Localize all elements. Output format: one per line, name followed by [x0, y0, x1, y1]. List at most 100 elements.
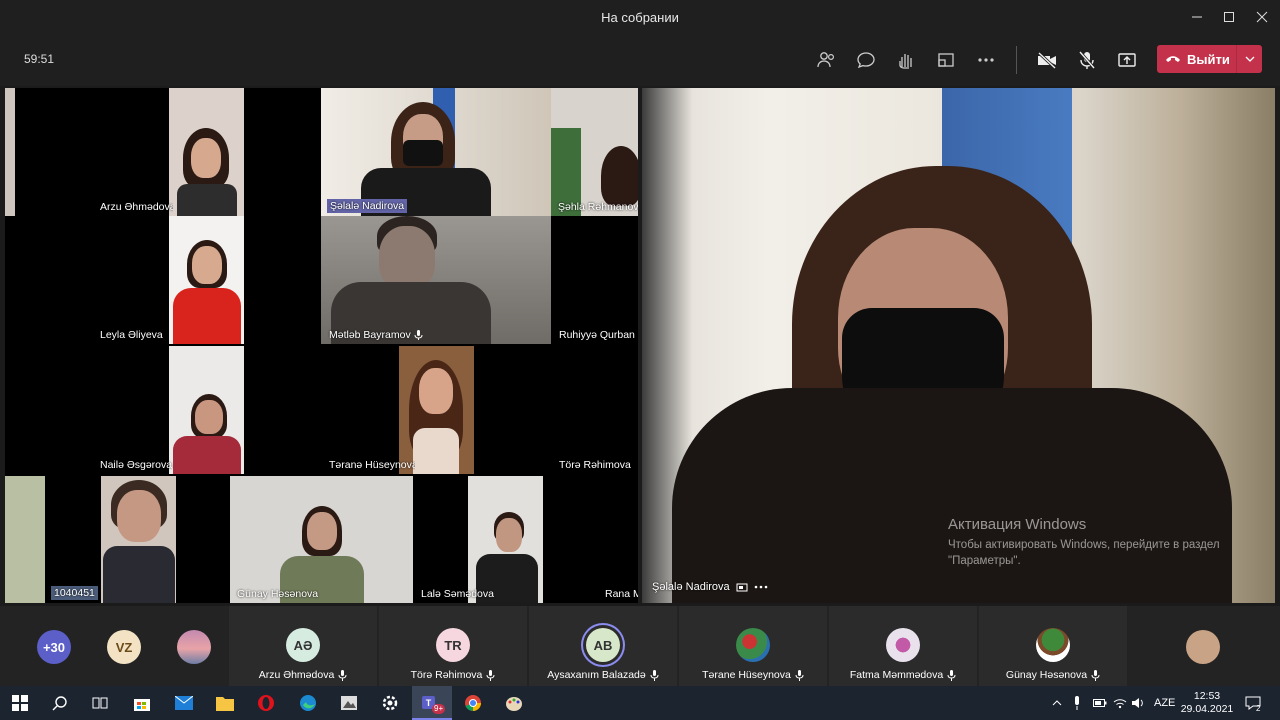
video-tile: Rana M [551, 476, 638, 603]
video-tile[interactable]: Şəlalə Nadirova [321, 88, 551, 216]
wifi-icon[interactable] [1113, 686, 1127, 720]
activation-title: Активация Windows [948, 516, 1087, 533]
paint-icon[interactable] [502, 691, 526, 715]
video-tile[interactable] [169, 346, 244, 474]
leave-options-chevron-icon[interactable] [1236, 45, 1262, 73]
mic-icon [1091, 669, 1100, 681]
activation-watermark: Активация Windows Чтобы активировать Win… [948, 516, 1220, 569]
toolbar-divider [1016, 46, 1017, 74]
tray-chevron-icon[interactable] [1052, 686, 1062, 720]
raise-hand-icon[interactable] [891, 46, 921, 74]
avatar: AB [586, 628, 620, 662]
more-options-icon[interactable] [971, 46, 1001, 74]
clock-time: 12:53 [1193, 690, 1221, 702]
more-icon[interactable] [754, 585, 768, 589]
video-tile[interactable] [169, 216, 244, 344]
video-tile[interactable]: Şəhla Rəhmanov [551, 88, 638, 216]
spotlight-name: Şəlalə Nadirova [652, 581, 768, 593]
participant-name: Şəhla Rəhmanov [558, 201, 638, 213]
participant-tile[interactable]: TR Törə Rəhimova [379, 606, 527, 686]
participant-name: Şəlalə Nadirova [327, 199, 408, 213]
participant-name: Törə Rəhimova [559, 459, 631, 471]
video-tile[interactable] [101, 476, 176, 603]
mic-icon [486, 669, 495, 681]
notifications-icon[interactable]: 2 [1245, 686, 1261, 720]
notification-count: 2 [1256, 703, 1261, 713]
share-screen-icon[interactable] [1112, 46, 1142, 74]
avatar[interactable]: VZ [107, 630, 141, 664]
participant-tile[interactable]: Tərane Hüseynova [679, 606, 827, 686]
pin-icon [736, 583, 748, 592]
title-bar: На собрании [0, 0, 1280, 34]
file-explorer-icon[interactable] [213, 691, 237, 715]
battery-icon[interactable] [1093, 686, 1107, 720]
participant-name: Aysaxanım Balazadə [529, 669, 677, 681]
video-tile[interactable]: Günay Həsənova [230, 476, 413, 603]
video-tile: Nailə Əsgərova [95, 346, 173, 474]
leave-button[interactable]: Выйти [1157, 45, 1262, 73]
avatar [1036, 628, 1070, 662]
search-icon[interactable] [48, 691, 72, 715]
participant-name: Nailə Əsgərova [100, 459, 173, 471]
mic-off-icon[interactable] [1072, 46, 1102, 74]
clock-date: 29.04.2021 [1180, 703, 1234, 715]
participant-strip: +30 VZ AƏ Arzu Əhmədova TR Törə Rəhimova… [0, 606, 1280, 686]
participant-name: Arzu Əhmədova [229, 669, 377, 681]
video-tile-edge [5, 88, 15, 216]
phone-hangup-icon [1166, 56, 1180, 62]
video-tile-edge [5, 476, 45, 603]
activation-line: Чтобы активировать Windows, перейдите в … [948, 539, 1220, 551]
video-tile: 1040451 [49, 476, 104, 603]
windows-start-icon[interactable] [8, 691, 32, 715]
rooms-icon[interactable] [931, 46, 961, 74]
microphone-tray-icon[interactable] [1073, 686, 1081, 720]
app-icon[interactable] [337, 691, 361, 715]
language-indicator[interactable]: AZE [1154, 686, 1175, 720]
activation-line: "Параметры". [948, 555, 1021, 567]
participant-name: Arzu Əhmədova [100, 201, 173, 213]
video-tile: Leyla Əliyeva [95, 216, 173, 344]
avatar[interactable] [1186, 630, 1220, 664]
chrome-icon[interactable] [461, 691, 485, 715]
mic-icon [650, 669, 659, 681]
store-icon[interactable] [130, 691, 154, 715]
avatar[interactable] [177, 630, 211, 664]
participant-name: Tərane Hüseynova [679, 669, 827, 681]
chat-icon[interactable] [851, 46, 881, 74]
participant-name: Mətləb Bayramov [329, 329, 423, 341]
settings-gear-icon[interactable] [378, 691, 402, 715]
camera-off-icon[interactable] [1032, 46, 1062, 74]
participant-name: Törə Rəhimova [379, 669, 527, 681]
mic-icon [338, 669, 347, 681]
maximize-button[interactable] [1212, 0, 1246, 34]
meeting-toolbar: 59:51 Выйти [0, 34, 1280, 86]
close-button[interactable] [1245, 0, 1279, 34]
participant-tile[interactable]: AƏ Arzu Əhmədova [229, 606, 377, 686]
system-clock[interactable]: 12:53 29.04.2021 [1180, 690, 1234, 716]
avatar [736, 628, 770, 662]
mail-icon[interactable] [172, 691, 196, 715]
avatar: TR [436, 628, 470, 662]
video-tile: Təranə Hüseynova [325, 346, 415, 474]
video-tile[interactable] [169, 88, 244, 216]
participant-tile[interactable]: Günay Həsənova [979, 606, 1127, 686]
overflow-badge[interactable]: +30 [37, 630, 71, 664]
video-tile: Ruhiyyə Qurban [551, 216, 638, 344]
mic-icon [795, 669, 804, 681]
opera-icon[interactable] [254, 691, 278, 715]
volume-icon[interactable] [1131, 686, 1145, 720]
mic-icon [947, 669, 956, 681]
teams-taskbar-button[interactable]: T 9+ [412, 686, 452, 720]
edge-icon[interactable] [296, 691, 320, 715]
participant-name: Rana M [605, 588, 638, 600]
minimize-button[interactable] [1180, 0, 1214, 34]
participant-name: 1040451 [51, 586, 98, 600]
participant-tile[interactable]: AB Aysaxanım Balazadə [529, 606, 677, 686]
task-view-icon[interactable] [88, 691, 112, 715]
avatar [886, 628, 920, 662]
participant-tile[interactable]: Fatma Məmmədova [829, 606, 977, 686]
participants-icon[interactable] [811, 46, 841, 74]
video-tile[interactable]: Mətləb Bayramov [321, 216, 551, 344]
meeting-timer: 59:51 [24, 52, 55, 66]
mic-icon [414, 330, 423, 340]
